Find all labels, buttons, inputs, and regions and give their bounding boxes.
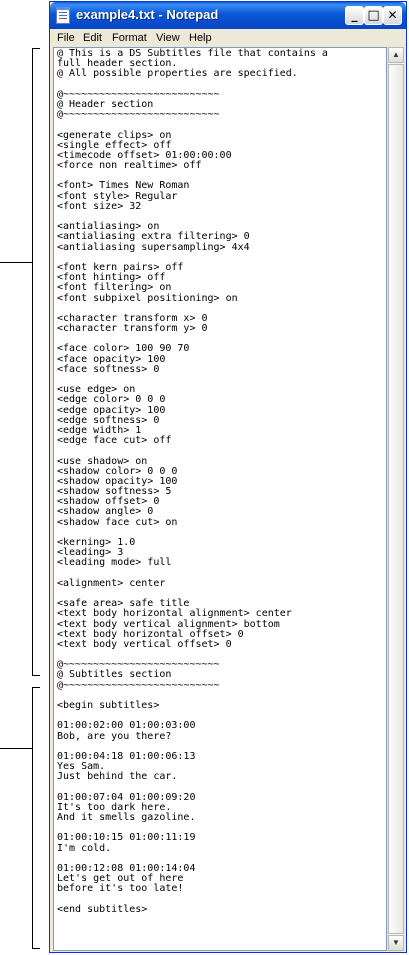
text-line: <text body horizontal alignment> center — [57, 608, 292, 620]
scrollbar-thumb[interactable] — [388, 64, 404, 934]
text-line: <alignment> center — [57, 577, 166, 589]
text-line: Just behind the car. — [57, 771, 178, 783]
close-button[interactable]: ✕ — [383, 6, 402, 25]
title-bar[interactable]: example4.txt - Notepad _ □ ✕ — [50, 2, 406, 29]
menu-help[interactable]: Help — [189, 32, 212, 44]
text-line: Bob, are you there? — [57, 730, 172, 742]
subtitles-section-bracket-pointer — [0, 748, 32, 749]
minimize-button[interactable]: _ — [345, 6, 364, 25]
header-section-bracket — [32, 48, 40, 676]
subtitles-section-bracket — [32, 687, 40, 949]
text-line: <edge face cut> off — [57, 435, 172, 447]
text-line — [57, 120, 328, 130]
text-line: <character transform y> 0 — [57, 323, 208, 335]
scroll-up-arrow-icon[interactable]: ▲ — [388, 47, 404, 63]
text-line: <force non realtime> off — [57, 160, 202, 172]
text-line — [57, 446, 328, 456]
maximize-button[interactable]: □ — [364, 6, 383, 25]
document-text: @ This is a DS Subtitles file that conta… — [57, 48, 328, 915]
text-line: And it smells gazoline. — [57, 812, 196, 824]
menu-bar: File Edit Format View Help — [50, 29, 406, 47]
text-line: <end subtitles> — [57, 903, 148, 915]
window-title: example4.txt - Notepad — [76, 7, 219, 22]
text-line: <begin subtitles> — [57, 700, 160, 711]
menu-edit[interactable]: Edit — [83, 32, 102, 44]
notepad-window: example4.txt - Notepad _ □ ✕ File Edit F… — [49, 1, 407, 953]
text-line: <font filtering> on — [57, 282, 172, 294]
text-editor-area[interactable]: @ This is a DS Subtitles file that conta… — [53, 47, 387, 951]
text-line: <face softness> 0 — [57, 363, 160, 375]
menu-view[interactable]: View — [156, 32, 180, 44]
text-line: @~~~~~~~~~~~~~~~~~~~~~~~~~~ — [57, 109, 220, 121]
text-line: before it's too late! — [57, 883, 184, 895]
menu-file[interactable]: File — [57, 32, 75, 44]
text-line: <font size> 32 — [57, 200, 142, 212]
text-line: <leading mode> full — [57, 557, 172, 569]
text-line: <font subpixel positioning> on — [57, 292, 238, 304]
text-line: @ All possible properties are specified. — [57, 68, 298, 80]
header-section-bracket-pointer — [0, 262, 32, 263]
text-line: I'm cold. — [57, 842, 112, 854]
text-line: <antialiasing supersampling> 4x4 — [57, 241, 250, 253]
vertical-scrollbar[interactable]: ▲ ▼ — [387, 47, 404, 951]
menu-format[interactable]: Format — [112, 32, 147, 44]
notepad-app-icon[interactable] — [56, 7, 70, 24]
text-line: <text body vertical offset> 0 — [57, 638, 232, 650]
text-line: <shadow face cut> on — [57, 516, 178, 528]
scroll-down-arrow-icon[interactable]: ▼ — [388, 935, 404, 951]
text-line: @~~~~~~~~~~~~~~~~~~~~~~~~~~ — [57, 679, 220, 691]
